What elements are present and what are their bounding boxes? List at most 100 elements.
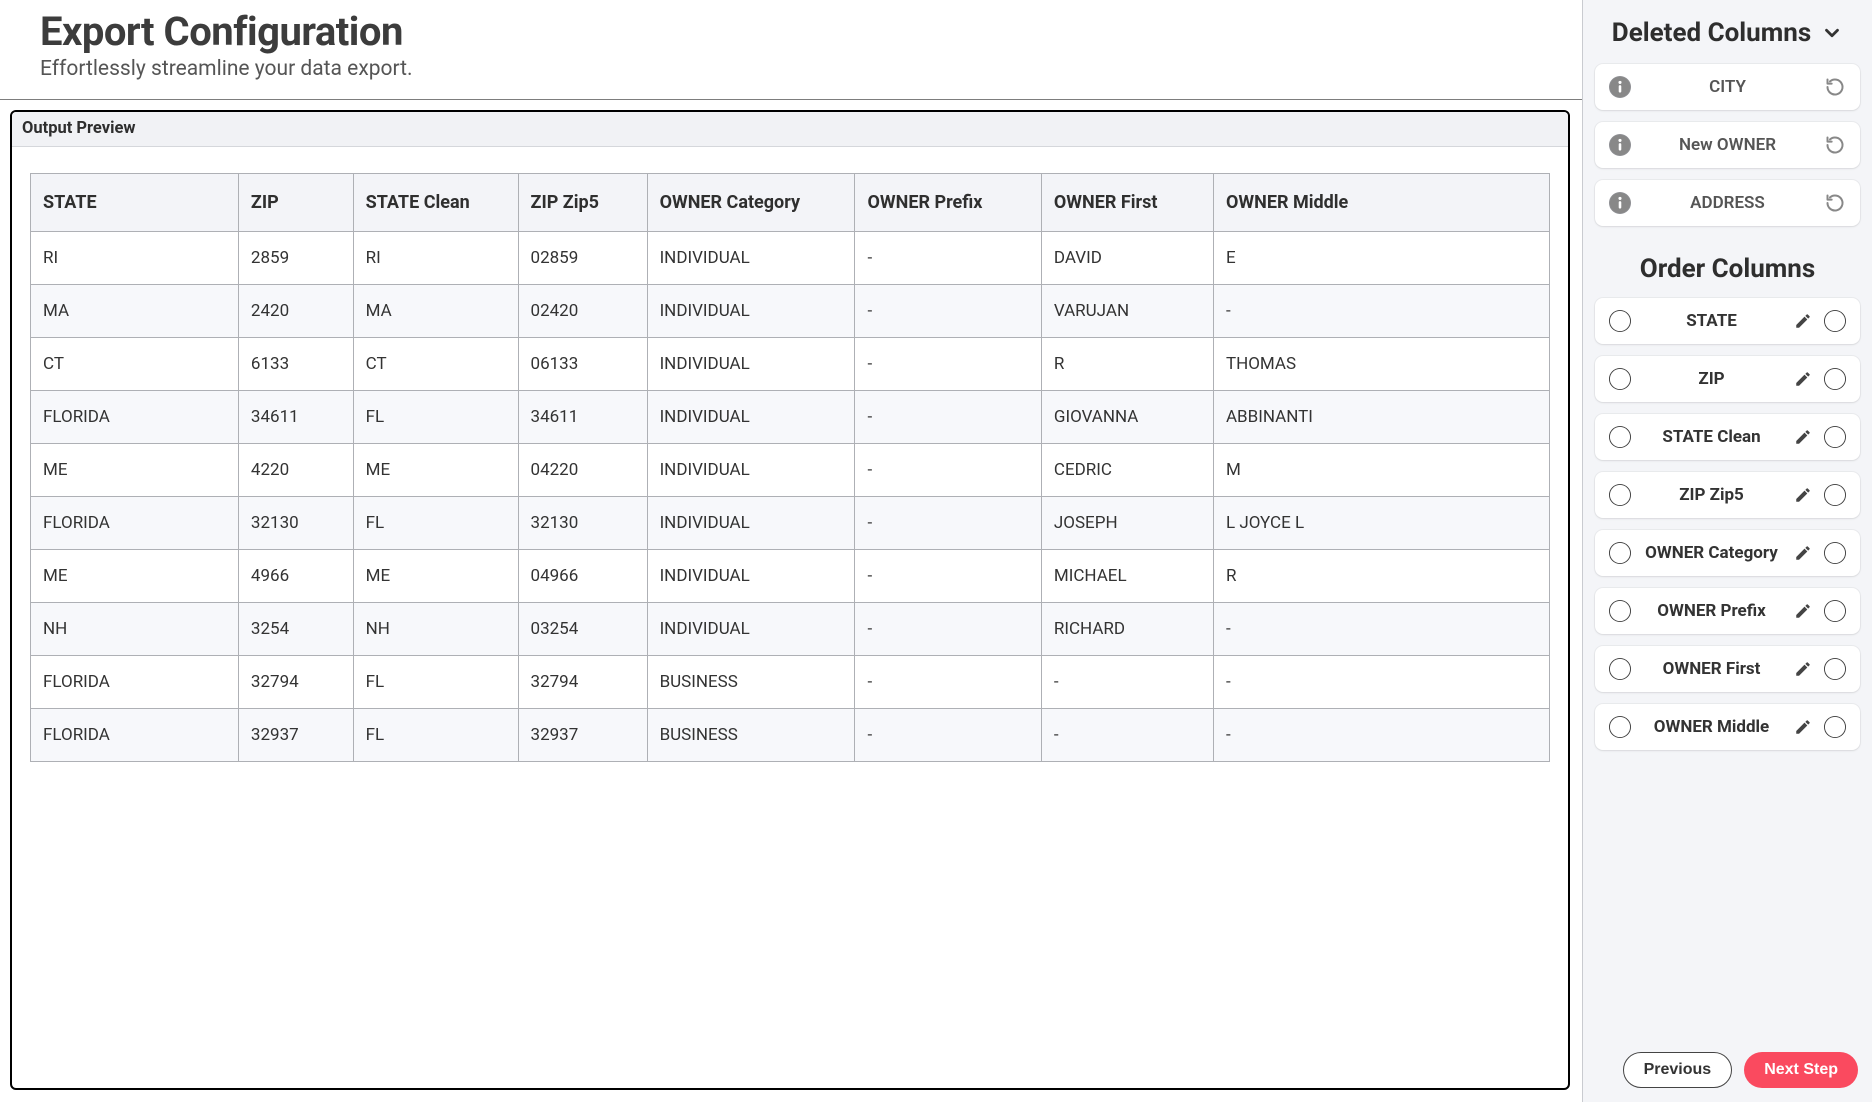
order-column-item[interactable]: ZIP <box>1595 356 1860 402</box>
sidebar: Deleted Columns CITY New OWNER ADDRESS Ord… <box>1582 0 1872 1102</box>
table-cell: CT <box>30 338 238 391</box>
table-cell: 32937 <box>518 709 647 762</box>
order-column-item[interactable]: ZIP Zip5 <box>1595 472 1860 518</box>
table-cell: E <box>1213 232 1550 285</box>
info-icon[interactable] <box>1609 484 1631 506</box>
undo-icon[interactable] <box>1824 76 1846 98</box>
column-header[interactable]: ZIP <box>238 173 353 232</box>
table-cell: - <box>854 232 1040 285</box>
order-column-item[interactable]: OWNER Category <box>1595 530 1860 576</box>
column-header[interactable]: OWNER Category <box>647 173 855 232</box>
table-cell: ME <box>353 444 518 497</box>
order-column-item[interactable]: OWNER First <box>1595 646 1860 692</box>
table-scroll-area[interactable]: STATEZIPSTATE CleanZIP Zip5OWNER Categor… <box>12 147 1568 1088</box>
column-header[interactable]: ZIP Zip5 <box>518 173 647 232</box>
order-columns-title: Order Columns <box>1640 254 1815 284</box>
table-row: RI2859RI02859INDIVIDUAL-DAVIDE <box>30 232 1550 285</box>
table-cell: 32937 <box>238 709 353 762</box>
table-cell: FLORIDA <box>30 656 238 709</box>
info-icon[interactable] <box>1609 426 1631 448</box>
table-cell: 02859 <box>518 232 647 285</box>
remove-icon[interactable] <box>1824 310 1846 332</box>
sidebar-scroll[interactable]: Deleted Columns CITY New OWNER ADDRESS Ord… <box>1583 0 1872 1040</box>
deleted-column-label: CITY <box>1641 77 1814 97</box>
next-step-button[interactable]: Next Step <box>1744 1052 1858 1088</box>
remove-icon[interactable] <box>1824 658 1846 680</box>
column-header[interactable]: OWNER Middle <box>1213 173 1550 232</box>
table-cell: - <box>854 285 1040 338</box>
order-column-item[interactable]: STATE <box>1595 298 1860 344</box>
table-cell: 32794 <box>238 656 353 709</box>
order-column-item[interactable]: STATE Clean <box>1595 414 1860 460</box>
sidebar-footer: Previous Next Step <box>1583 1040 1872 1102</box>
order-column-label: ZIP Zip5 <box>1641 485 1782 505</box>
table-cell: INDIVIDUAL <box>647 338 855 391</box>
info-icon[interactable] <box>1609 600 1631 622</box>
deleted-column-item[interactable]: CITY <box>1595 64 1860 110</box>
order-column-label: STATE <box>1641 311 1782 331</box>
info-icon[interactable] <box>1609 76 1631 98</box>
remove-icon[interactable] <box>1824 368 1846 390</box>
info-icon[interactable] <box>1609 310 1631 332</box>
order-column-label: OWNER First <box>1641 659 1782 679</box>
table-cell: 6133 <box>238 338 353 391</box>
column-header[interactable]: OWNER First <box>1041 173 1213 232</box>
table-cell: VARUJAN <box>1041 285 1213 338</box>
edit-icon[interactable] <box>1792 426 1814 448</box>
table-cell: FLORIDA <box>30 497 238 550</box>
table-cell: 4966 <box>238 550 353 603</box>
column-header[interactable]: STATE <box>30 173 238 232</box>
column-header[interactable]: OWNER Prefix <box>854 173 1040 232</box>
info-icon[interactable] <box>1609 542 1631 564</box>
deleted-column-item[interactable]: New OWNER <box>1595 122 1860 168</box>
undo-icon[interactable] <box>1824 192 1846 214</box>
edit-icon[interactable] <box>1792 368 1814 390</box>
order-column-item[interactable]: OWNER Prefix <box>1595 588 1860 634</box>
table-cell: - <box>854 603 1040 656</box>
table-cell: INDIVIDUAL <box>647 550 855 603</box>
output-preview-table: STATEZIPSTATE CleanZIP Zip5OWNER Categor… <box>30 173 1550 762</box>
remove-icon[interactable] <box>1824 426 1846 448</box>
table-row: FLORIDA32937FL32937BUSINESS--- <box>30 709 1550 762</box>
deleted-column-item[interactable]: ADDRESS <box>1595 180 1860 226</box>
edit-icon[interactable] <box>1792 310 1814 332</box>
table-cell: RICHARD <box>1041 603 1213 656</box>
info-icon[interactable] <box>1609 134 1631 156</box>
table-cell: NH <box>30 603 238 656</box>
info-icon[interactable] <box>1609 192 1631 214</box>
edit-icon[interactable] <box>1792 716 1814 738</box>
undo-icon[interactable] <box>1824 134 1846 156</box>
order-column-item[interactable]: OWNER Middle <box>1595 704 1860 750</box>
deleted-column-label: ADDRESS <box>1641 193 1814 213</box>
edit-icon[interactable] <box>1792 600 1814 622</box>
info-icon[interactable] <box>1609 368 1631 390</box>
edit-icon[interactable] <box>1792 542 1814 564</box>
info-icon[interactable] <box>1609 716 1631 738</box>
table-cell: - <box>1041 656 1213 709</box>
edit-icon[interactable] <box>1792 658 1814 680</box>
remove-icon[interactable] <box>1824 484 1846 506</box>
remove-icon[interactable] <box>1824 716 1846 738</box>
table-cell: FL <box>353 709 518 762</box>
previous-button[interactable]: Previous <box>1623 1052 1733 1088</box>
table-cell: 03254 <box>518 603 647 656</box>
table-cell: ME <box>353 550 518 603</box>
deleted-columns-header[interactable]: Deleted Columns <box>1595 18 1860 48</box>
table-cell: 3254 <box>238 603 353 656</box>
table-cell: 2859 <box>238 232 353 285</box>
order-column-label: OWNER Prefix <box>1641 601 1782 621</box>
column-header[interactable]: STATE Clean <box>353 173 518 232</box>
remove-icon[interactable] <box>1824 600 1846 622</box>
table-cell: FL <box>353 497 518 550</box>
preview-panel: Output Preview STATEZIPSTATE CleanZIP Zi… <box>10 110 1570 1090</box>
table-cell: 34611 <box>238 391 353 444</box>
chevron-down-icon <box>1821 22 1843 44</box>
edit-icon[interactable] <box>1792 484 1814 506</box>
info-icon[interactable] <box>1609 658 1631 680</box>
order-column-label: OWNER Category <box>1641 543 1782 563</box>
table-cell: 2420 <box>238 285 353 338</box>
table-cell: INDIVIDUAL <box>647 391 855 444</box>
order-column-label: ZIP <box>1641 369 1782 389</box>
table-cell: NH <box>353 603 518 656</box>
remove-icon[interactable] <box>1824 542 1846 564</box>
